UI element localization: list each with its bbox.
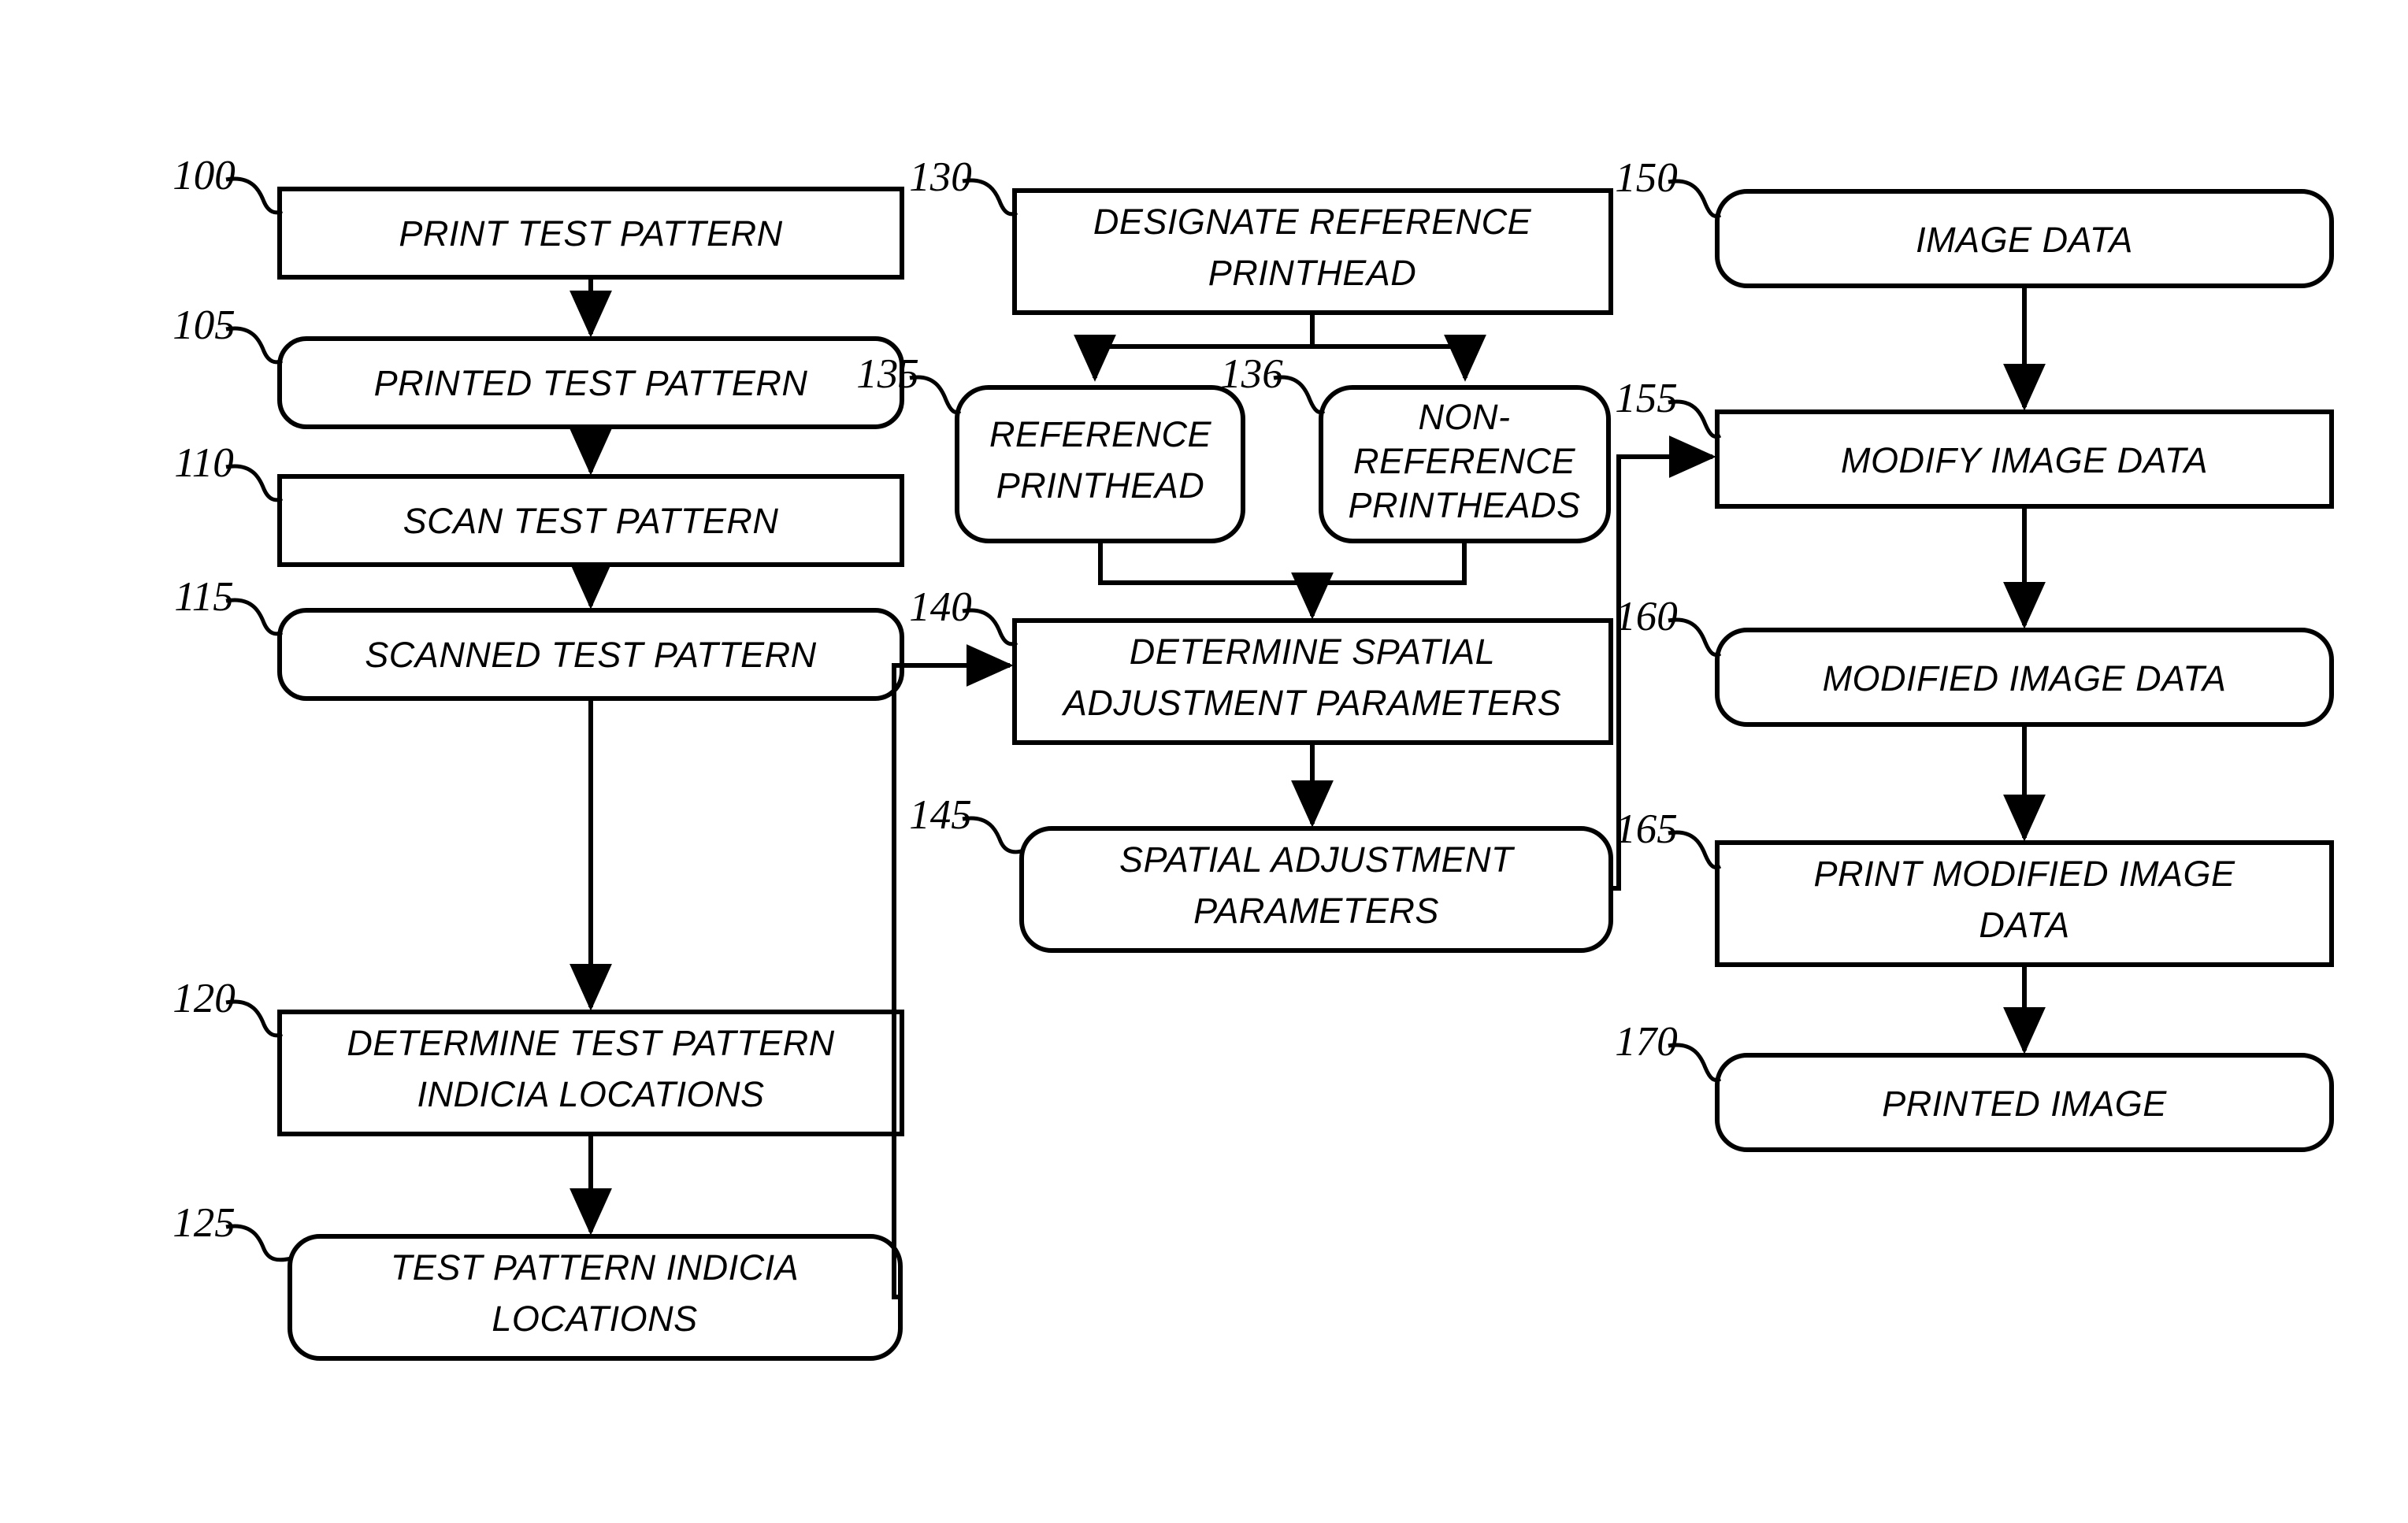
refnum-135: 135 (856, 351, 919, 397)
refnum-125: 125 (173, 1200, 236, 1246)
node-135-shape (955, 385, 1245, 543)
node-125-label-line1: TEST PATTERN INDICIA (391, 1247, 799, 1288)
node-165-label-line1: PRINT MODIFIED IMAGE (1813, 854, 2235, 894)
node-170-label: PRINTED IMAGE (1882, 1084, 2167, 1124)
refnum-120: 120 (173, 976, 236, 1021)
node-155[interactable]: MODIFY IMAGE DATA (1715, 409, 2334, 509)
refnum-160: 160 (1615, 594, 1678, 639)
refnum-110: 110 (174, 440, 234, 486)
node-160[interactable]: MODIFIED IMAGE DATA (1715, 628, 2334, 727)
node-160-label: MODIFIED IMAGE DATA (1823, 658, 2227, 699)
node-136-label-line1: NON- (1419, 397, 1511, 437)
node-120[interactable]: DETERMINE TEST PATTERN INDICIA LOCATIONS (277, 1010, 904, 1136)
refnum-165: 165 (1615, 806, 1678, 852)
connector-125-140 (892, 644, 1014, 1299)
connector-135-140 (1098, 541, 1334, 620)
refnum-115: 115 (174, 574, 234, 620)
node-125-label-line2: LOCATIONS (492, 1299, 697, 1339)
node-100-label: PRINT TEST PATTERN (399, 213, 782, 254)
leader-125 (225, 1224, 292, 1262)
node-130[interactable]: DESIGNATE REFERENCE PRINTHEAD (1012, 188, 1613, 315)
refnum-150: 150 (1615, 155, 1678, 201)
node-150[interactable]: IMAGE DATA (1715, 189, 2334, 288)
refnum-145: 145 (909, 792, 972, 838)
node-120-label-line2: INDICIA LOCATIONS (417, 1074, 764, 1114)
refnum-140: 140 (909, 584, 972, 630)
node-145[interactable]: SPATIAL ADJUSTMENT PARAMETERS (1019, 826, 1613, 953)
node-110-label: SCAN TEST PATTERN (403, 501, 779, 541)
node-150-label: IMAGE DATA (1916, 220, 2133, 260)
node-136-label-line3: PRINTHEADS (1348, 485, 1580, 525)
node-125[interactable]: TEST PATTERN INDICIA LOCATIONS (288, 1234, 903, 1361)
node-135-label-line2: PRINTHEAD (996, 465, 1205, 506)
node-115[interactable]: SCANNED TEST PATTERN (277, 608, 904, 701)
leader-115 (225, 598, 284, 636)
refnum-100: 100 (173, 153, 236, 198)
node-100[interactable]: PRINT TEST PATTERN (277, 187, 904, 280)
node-145-label-line1: SPATIAL ADJUSTMENT (1119, 839, 1516, 880)
node-140-label-line1: DETERMINE SPATIAL (1130, 632, 1495, 672)
node-115-label: SCANNED TEST PATTERN (365, 635, 816, 675)
connector-130-136 (1312, 334, 1486, 382)
node-105-label: PRINTED TEST PATTERN (374, 363, 808, 403)
node-135-label-line1: REFERENCE (989, 414, 1212, 454)
node-145-label-line2: PARAMETERS (1193, 891, 1439, 931)
node-140[interactable]: DETERMINE SPATIAL ADJUSTMENT PARAMETERS (1012, 618, 1613, 745)
node-155-label: MODIFY IMAGE DATA (1841, 440, 2208, 480)
refnum-170: 170 (1615, 1019, 1678, 1065)
node-105[interactable]: PRINTED TEST PATTERN (277, 336, 904, 429)
node-136[interactable]: NON- REFERENCE PRINTHEADS (1319, 385, 1611, 543)
connector-136-140 (1312, 541, 1467, 585)
node-136-label-line2: REFERENCE (1353, 441, 1576, 481)
node-110[interactable]: SCAN TEST PATTERN (277, 474, 904, 567)
node-130-label-line1: DESIGNATE REFERENCE (1093, 202, 1532, 242)
refnum-155: 155 (1615, 376, 1678, 421)
refnum-130: 130 (909, 154, 972, 200)
leader-110 (225, 464, 284, 502)
flowchart-diagram: PRINT TEST PATTERN 100 PRINTED TEST PATT… (0, 0, 2408, 1523)
refnum-105: 105 (173, 302, 236, 348)
node-165[interactable]: PRINT MODIFIED IMAGE DATA (1715, 840, 2334, 967)
node-140-label-line2: ADJUSTMENT PARAMETERS (1061, 683, 1561, 723)
node-165-label-line2: DATA (1979, 905, 2069, 945)
diagram-canvas: PRINT TEST PATTERN 100 PRINTED TEST PATT… (173, 153, 2334, 1361)
node-120-label-line1: DETERMINE TEST PATTERN (347, 1023, 834, 1063)
refnum-136: 136 (1220, 351, 1283, 397)
node-170[interactable]: PRINTED IMAGE (1715, 1053, 2334, 1152)
node-130-label-line2: PRINTHEAD (1208, 253, 1417, 293)
node-135[interactable]: REFERENCE PRINTHEAD (955, 385, 1245, 543)
